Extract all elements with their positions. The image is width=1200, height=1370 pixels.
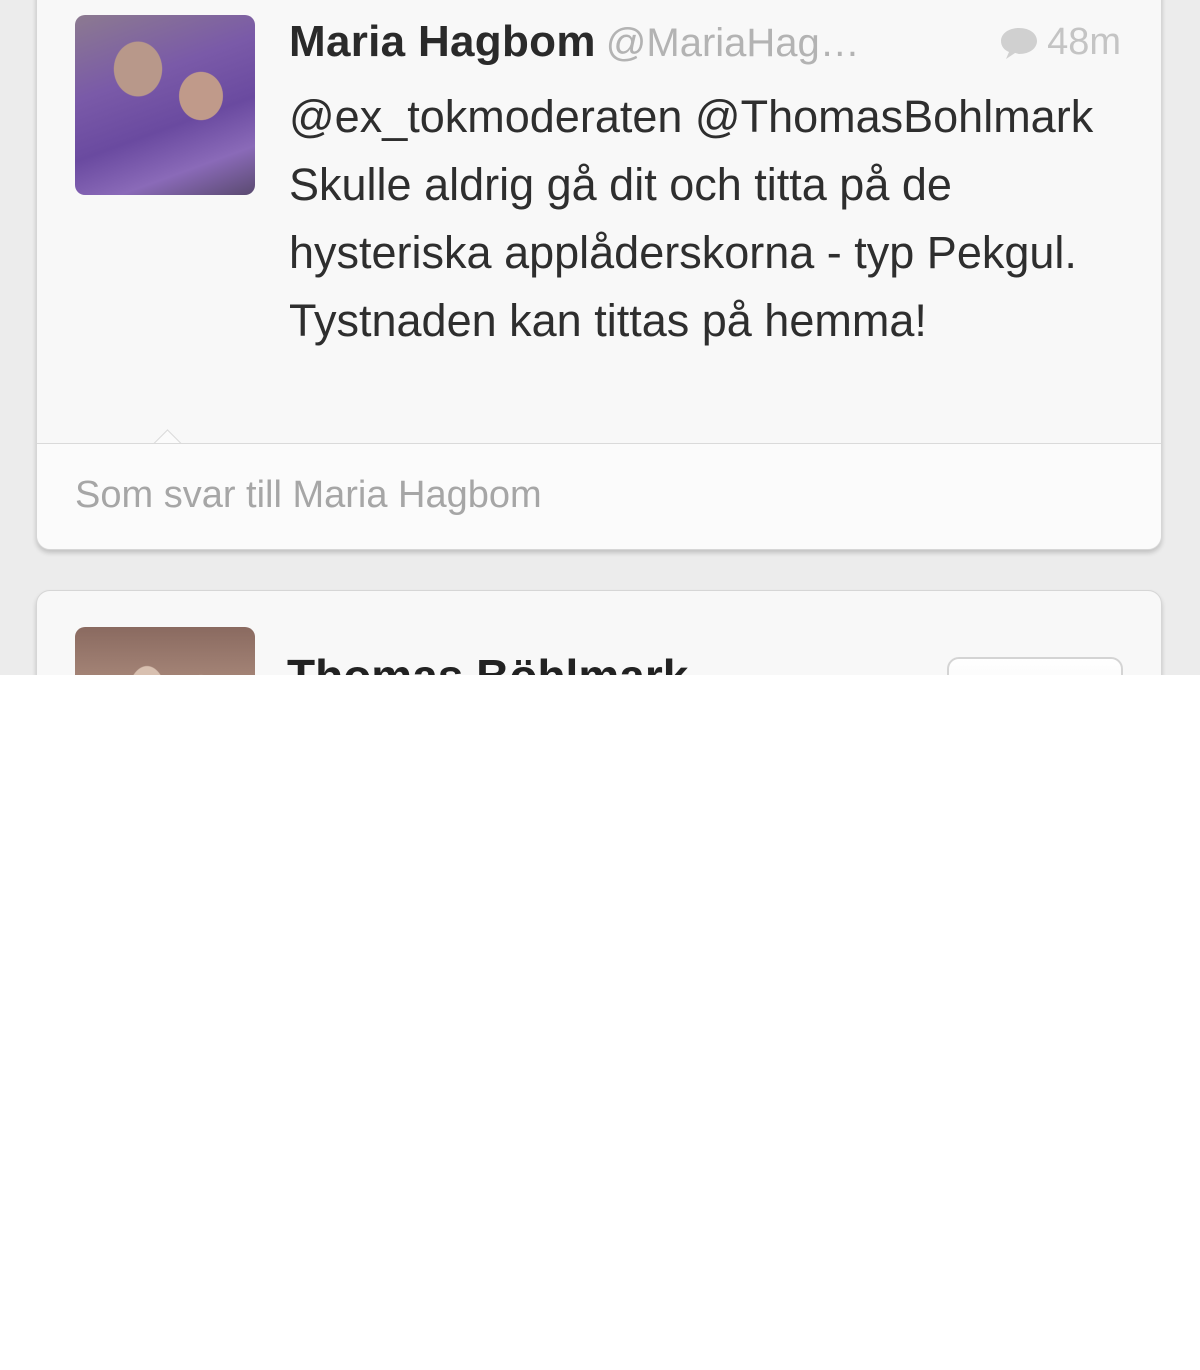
reply-context-bar[interactable]: Som svar till Maria Hagbom <box>37 444 1161 549</box>
reply-context-label[interactable]: Som svar till Maria Hagbom <box>75 474 542 517</box>
tweet-card-next[interactable]: Thomas Böhlmark <box>36 590 1162 675</box>
speech-bubble-icon <box>1001 27 1038 59</box>
tweet-meta: 48m <box>999 21 1121 64</box>
divider-notch <box>149 425 185 443</box>
tweet-time: 48m <box>1047 21 1121 63</box>
tweet-header: Maria Hagbom @MariaHag… 48m <box>289 17 1121 77</box>
tweet-card[interactable]: Maria Hagbom @MariaHag… 48m @ex_tokmodera… <box>36 0 1162 550</box>
follow-button[interactable] <box>947 657 1123 675</box>
author-name[interactable]: Maria Hagbom <box>289 17 596 66</box>
timeline-screen: Maria Hagbom @MariaHag… 48m @ex_tokmodera… <box>0 0 1200 675</box>
tweet-text: @ex_tokmoderaten @ThomasBohlmark Skulle … <box>289 91 1094 346</box>
author-avatar-next[interactable] <box>75 627 255 675</box>
card-divider <box>37 443 1161 444</box>
author-handle[interactable]: @MariaHag… <box>606 21 860 65</box>
author-avatar[interactable] <box>75 15 255 195</box>
author-name-next[interactable]: Thomas Böhlmark <box>287 649 688 675</box>
